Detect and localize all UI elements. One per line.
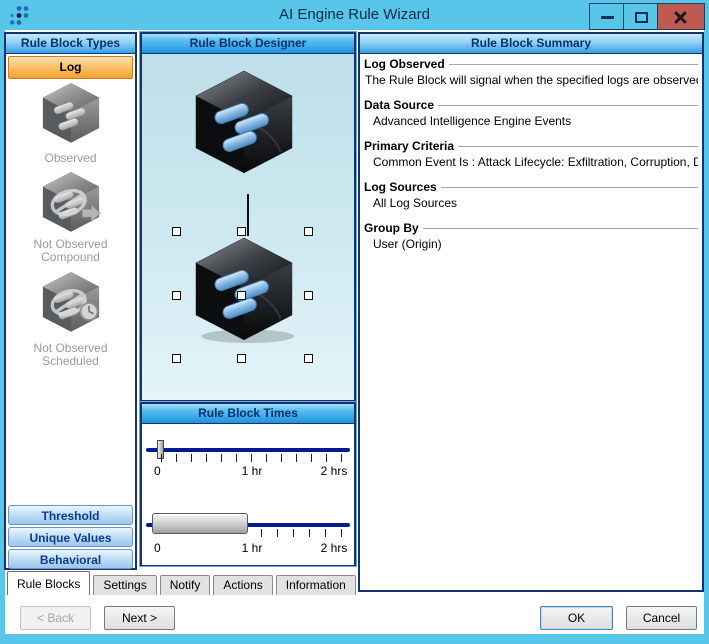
designer-canvas[interactable] xyxy=(142,54,354,400)
selection-handle-center[interactable] xyxy=(237,291,246,300)
titlebar[interactable]: AI Engine Rule Wizard xyxy=(0,0,709,30)
section-rule-line xyxy=(440,187,698,188)
observed-tick-0: 0 xyxy=(154,464,161,478)
range-tick-0: 0 xyxy=(154,541,161,555)
section-body: All Log Sources xyxy=(373,196,458,210)
maximize-icon xyxy=(634,11,648,23)
section-rule-line xyxy=(448,64,698,65)
cancel-button[interactable]: Cancel xyxy=(626,606,697,630)
tab-actions[interactable]: Actions xyxy=(213,575,273,595)
rule-block-summary-panel: Rule Block Summary Log Observed The Rule… xyxy=(358,32,704,592)
summary-section-group-by: Group By User (Origin) xyxy=(364,221,698,251)
rule-block-cube-selected[interactable] xyxy=(186,236,302,344)
section-title: Log Observed xyxy=(364,57,445,71)
selection-handle-sw[interactable] xyxy=(172,354,181,363)
ok-button[interactable]: OK xyxy=(540,606,613,630)
section-title: Data Source xyxy=(364,98,435,112)
observed-tick-2hrs: 2 hrs xyxy=(320,464,348,478)
times-canvas: 0 1 hr 2 hrs 0 1 hr 2 hrs xyxy=(142,424,354,565)
rule-block-times-panel: Rule Block Times 0 1 hr 2 hrs 0 1 hr 2 h… xyxy=(139,401,357,567)
log-type-button[interactable]: Log xyxy=(8,56,133,79)
minimize-button[interactable] xyxy=(589,3,624,30)
section-body: User (Origin) xyxy=(373,237,442,251)
selection-handle-s[interactable] xyxy=(237,354,246,363)
rule-block-cube-upper[interactable] xyxy=(186,69,302,177)
not-observed-scheduled-label: Not Observed Scheduled xyxy=(33,341,108,368)
window-controls xyxy=(589,3,705,30)
selection-handle-n[interactable] xyxy=(237,227,246,236)
selection-handle-nw[interactable] xyxy=(172,227,181,236)
rule-block-times-header: Rule Block Times xyxy=(142,404,354,424)
range-slider-ticks xyxy=(261,529,343,537)
rule-block-designer-panel: Rule Block Designer xyxy=(139,31,357,402)
summary-section-log-observed: Log Observed The Rule Block will signal … xyxy=(364,57,698,87)
summary-section-log-sources: Log Sources All Log Sources xyxy=(364,180,698,210)
section-title: Group By xyxy=(364,221,419,235)
section-title: Log Sources xyxy=(364,180,437,194)
selection-handle-ne[interactable] xyxy=(304,227,313,236)
section-body: Advanced Intelligence Engine Events xyxy=(373,114,572,128)
rule-block-summary-header: Rule Block Summary xyxy=(360,34,702,54)
ai-engine-rule-wizard-window: AI Engine Rule Wizard Rule Block Types L… xyxy=(0,0,709,644)
log-not-observed-compound-cube-icon[interactable] xyxy=(6,171,135,239)
tab-information[interactable]: Information xyxy=(275,575,356,595)
maximize-button[interactable] xyxy=(623,3,658,30)
tab-settings[interactable]: Settings xyxy=(93,575,157,595)
rule-block-types-header: Rule Block Types xyxy=(6,34,135,54)
observed-slider-ticks xyxy=(161,454,344,462)
wizard-tab-strip: Rule Blocks Settings Notify Actions Info… xyxy=(7,571,359,595)
log-observed-cube-icon[interactable] xyxy=(6,82,135,150)
block-connector-line xyxy=(247,194,249,236)
observed-label: Observed xyxy=(44,151,97,165)
summary-section-data-source: Data Source Advanced Intelligence Engine… xyxy=(364,98,698,128)
behavioral-type-button[interactable]: Behavioral xyxy=(8,549,133,569)
tab-rule-blocks[interactable]: Rule Blocks xyxy=(7,571,91,595)
back-button[interactable]: < Back xyxy=(20,606,91,630)
summary-section-primary-criteria: Primary Criteria Common Event Is : Attac… xyxy=(364,139,698,169)
range-tick-1hr: 1 hr xyxy=(241,541,263,555)
observed-tick-1hr: 1 hr xyxy=(241,464,263,478)
section-rule-line xyxy=(422,228,698,229)
not-observed-compound-label: Not Observed Compound xyxy=(33,237,108,264)
section-rule-line xyxy=(438,105,698,106)
selection-handle-e[interactable] xyxy=(304,291,313,300)
next-button[interactable]: Next > xyxy=(104,606,175,630)
unique-values-type-button[interactable]: Unique Values xyxy=(8,527,133,547)
summary-body: Log Observed The Rule Block will signal … xyxy=(360,54,702,262)
observed-time-slider-track[interactable] xyxy=(146,448,350,452)
minimize-icon xyxy=(600,15,614,19)
range-time-slider-bar[interactable] xyxy=(152,513,248,534)
rule-block-designer-header: Rule Block Designer xyxy=(142,34,354,54)
section-body: Common Event Is : Attack Lifecycle: Exfi… xyxy=(373,155,698,169)
selection-handle-se[interactable] xyxy=(304,354,313,363)
tab-notify[interactable]: Notify xyxy=(159,575,211,595)
close-button[interactable] xyxy=(657,3,705,30)
section-rule-line xyxy=(458,146,698,147)
range-tick-2hrs: 2 hrs xyxy=(320,541,348,555)
selection-handle-w[interactable] xyxy=(172,291,181,300)
rule-block-types-panel: Rule Block Types Log Observed Not Observ… xyxy=(4,32,137,570)
section-title: Primary Criteria xyxy=(364,139,455,153)
log-not-observed-scheduled-cube-icon[interactable] xyxy=(6,271,135,339)
threshold-type-button[interactable]: Threshold xyxy=(8,505,133,525)
section-body: The Rule Block will signal when the spec… xyxy=(365,73,698,87)
